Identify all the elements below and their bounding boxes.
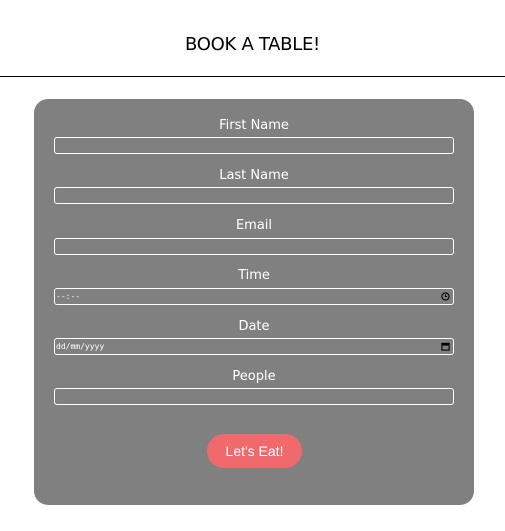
people-input[interactable] bbox=[54, 388, 454, 405]
time-label: Time bbox=[238, 268, 270, 283]
time-input[interactable]: --:-- bbox=[54, 288, 454, 305]
email-label: Email bbox=[235, 218, 273, 233]
time-placeholder: --:-- bbox=[56, 292, 81, 301]
title-divider bbox=[0, 76, 505, 77]
calendar-icon[interactable] bbox=[441, 342, 450, 351]
email-input[interactable] bbox=[54, 238, 454, 255]
people-label: People bbox=[232, 369, 276, 384]
clock-icon[interactable] bbox=[441, 292, 450, 301]
first-name-input[interactable] bbox=[54, 137, 454, 154]
booking-form: First Name Last Name Email Time --:-- Da… bbox=[34, 99, 474, 505]
date-input[interactable]: dd/mm/yyyy bbox=[54, 338, 454, 355]
page-title: BOOK A TABLE! bbox=[185, 34, 320, 55]
last-name-label: Last Name bbox=[219, 168, 289, 183]
date-placeholder: dd/mm/yyyy bbox=[56, 342, 105, 351]
date-label: Date bbox=[238, 319, 270, 334]
last-name-input[interactable] bbox=[54, 187, 454, 204]
first-name-label: First Name bbox=[219, 118, 289, 133]
lets-eat-button[interactable]: Let's Eat! bbox=[207, 434, 302, 468]
